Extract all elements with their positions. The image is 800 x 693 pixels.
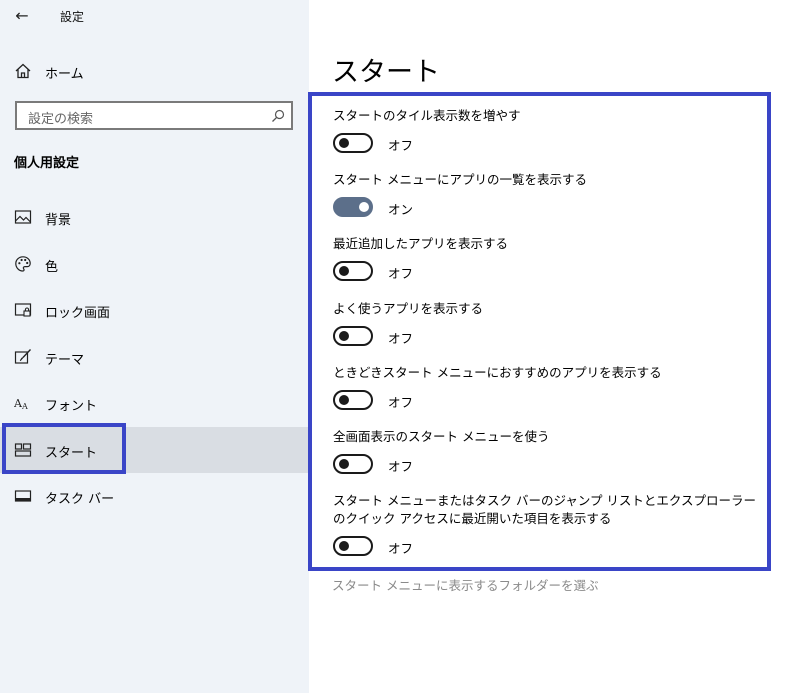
setting-most-used: よく使うアプリを表示する オフ [333, 300, 763, 348]
toggle-state: オフ [388, 459, 414, 474]
sidebar-item-font[interactable]: A A フォント [0, 380, 309, 426]
section-title: 個人用設定 [14, 156, 80, 171]
sidebar: ← 設定 ホーム 設定の検索 個人用設定 背景 色 ロック画面 テーマ A A … [0, 0, 309, 693]
toggle-state: オフ [388, 266, 414, 281]
toggle-knob [339, 138, 349, 148]
font-icon: A A [14, 397, 28, 411]
home-icon [15, 63, 31, 79]
toggle-knob [339, 331, 349, 341]
toggle-switch[interactable] [333, 133, 373, 153]
palette-icon [15, 256, 31, 272]
sidebar-item-label: フォント [45, 399, 98, 414]
setting-label: 全画面表示のスタート メニューを使う [333, 429, 550, 444]
setting-label: スタート メニューまたはタスク バーのジャンプ リストとエクスプローラーのクイッ… [333, 493, 757, 526]
setting-full-screen: 全画面表示のスタート メニューを使う オフ [333, 428, 763, 476]
toggle-state: オフ [388, 331, 414, 346]
toggle-state: オン [388, 202, 414, 217]
toggle-knob [359, 202, 369, 212]
setting-suggestions: ときどきスタート メニューにおすすめのアプリを表示する オフ [333, 364, 763, 412]
sidebar-item-label: 背景 [45, 213, 72, 228]
setting-app-list: スタート メニューにアプリの一覧を表示する オン [333, 171, 763, 219]
toggle-switch[interactable] [333, 390, 373, 410]
theme-brush-icon [14, 349, 32, 364]
settings-search-input[interactable]: 設定の検索 [15, 101, 293, 130]
taskbar-icon [14, 490, 32, 502]
sidebar-item-start[interactable]: スタート [0, 427, 309, 473]
page-title: スタート [332, 57, 440, 88]
toggle-switch[interactable] [333, 536, 373, 556]
choose-folders-link[interactable]: スタート メニューに表示するフォルダーを選ぶ [332, 575, 598, 594]
sidebar-item-label: タスク バー [45, 492, 115, 507]
sidebar-item-lock-screen[interactable]: ロック画面 [0, 287, 309, 333]
setting-recent-items: スタート メニューまたはタスク バーのジャンプ リストとエクスプローラーのクイッ… [333, 492, 763, 558]
toggle-switch[interactable] [333, 197, 373, 217]
toggle-switch[interactable] [333, 261, 373, 281]
svg-text:A: A [21, 402, 28, 411]
toggle-switch[interactable] [333, 326, 373, 346]
sidebar-item-theme[interactable]: テーマ [0, 334, 309, 380]
home-nav-item[interactable]: ホーム [0, 56, 309, 86]
sidebar-item-label: テーマ [45, 353, 85, 368]
toggle-state: オフ [388, 395, 414, 410]
toggle-knob [339, 395, 349, 405]
toggle-switch[interactable] [333, 454, 373, 474]
search-placeholder: 設定の検索 [28, 112, 94, 127]
toggle-state: オフ [388, 138, 414, 153]
home-label: ホーム [45, 67, 84, 82]
setting-more-tiles: スタートのタイル表示数を増やす オフ [333, 107, 763, 155]
toggle-knob [339, 266, 349, 276]
picture-icon [14, 210, 32, 224]
back-arrow-icon[interactable]: ← [12, 6, 32, 26]
sidebar-item-label: スタート [45, 446, 98, 461]
lock-screen-icon [14, 303, 32, 317]
setting-label: 最近追加したアプリを表示する [333, 236, 509, 251]
toggle-knob [339, 459, 349, 469]
setting-label: スタートのタイル表示数を増やす [333, 108, 521, 123]
sidebar-item-background[interactable]: 背景 [0, 194, 309, 240]
start-tiles-icon [14, 443, 32, 457]
setting-recent-apps: 最近追加したアプリを表示する オフ [333, 235, 763, 283]
setting-label: よく使うアプリを表示する [333, 301, 484, 316]
setting-label: スタート メニューにアプリの一覧を表示する [333, 172, 587, 187]
setting-label: ときどきスタート メニューにおすすめのアプリを表示する [333, 365, 662, 380]
sidebar-item-color[interactable]: 色 [0, 241, 309, 287]
toggle-knob [339, 541, 349, 551]
app-title: 設定 [60, 10, 85, 24]
sidebar-item-label: ロック画面 [45, 306, 111, 321]
toggle-state: オフ [388, 541, 414, 556]
search-icon[interactable] [271, 109, 285, 123]
sidebar-item-taskbar[interactable]: タスク バー [0, 473, 309, 519]
sidebar-item-label: 色 [45, 260, 59, 275]
